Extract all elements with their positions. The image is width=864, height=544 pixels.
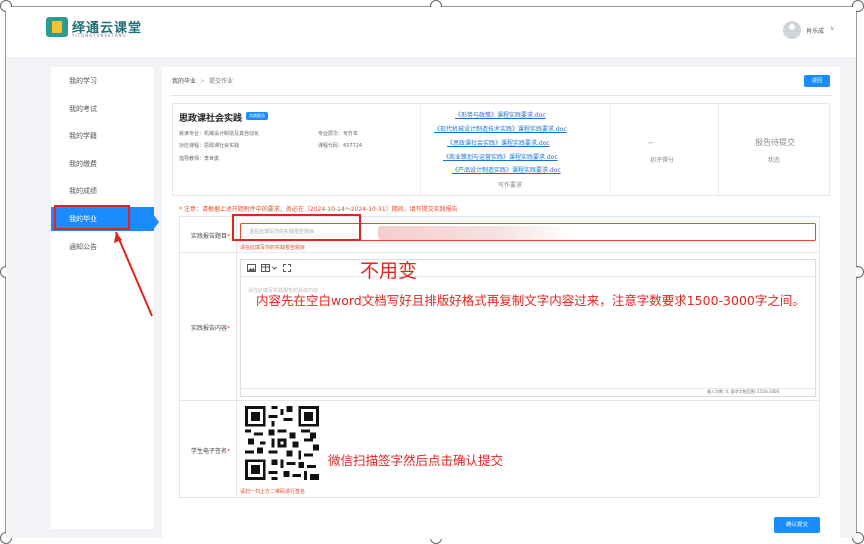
breadcrumb-separator: > [200, 78, 206, 85]
doc-link[interactable]: 《形势与政策》课程实践要求.doc [455, 110, 546, 119]
code-label: 课程代码： [318, 143, 344, 149]
editor-toolbar [240, 259, 816, 277]
qr-hint-text: 请扫一扫上方二维码进行签名 [240, 489, 306, 495]
annotation-box-title [232, 214, 361, 241]
back-button[interactable]: 返回 [804, 75, 830, 87]
documents-label: 写作要求 [498, 182, 523, 189]
user-avatar-icon[interactable] [783, 21, 801, 39]
status-label: 状态 [768, 157, 781, 164]
submit-button[interactable]: 确认提交 [774, 517, 820, 533]
divider [170, 95, 832, 96]
annotation-content-note: 内容先在空白word文档写好且排版好格式再复制文字内容过来，注意字数要求1500… [256, 293, 805, 308]
divider [420, 103, 421, 196]
course-info: 对应课程：思政课社会实践 [179, 142, 239, 149]
image-icon[interactable] [247, 264, 256, 272]
doc-link[interactable]: 《商业策划与运营实践》课程实践要求.doc [443, 152, 558, 161]
table-icon[interactable] [261, 264, 270, 272]
breadcrumb-parent[interactable]: 我的毕业 [172, 78, 196, 85]
course-title: 思政课社会实践 [179, 114, 243, 124]
course-label: 对应课程： [179, 143, 205, 149]
user-name[interactable]: 肖乐成 [806, 26, 824, 35]
title-error-text: 请在此填写你的实践报告题目 [240, 245, 306, 251]
teacher-info: 指导教师：李世勇 [179, 155, 219, 162]
signature-qr-code[interactable] [245, 406, 319, 480]
code-value: 417724 [343, 143, 363, 149]
grade-value: -- [648, 138, 654, 147]
status-value: 报告待提交 [755, 138, 795, 147]
level-info: 专业层次：专升本 [318, 130, 358, 137]
content-field-label: 实践报告内容* [190, 325, 230, 332]
course-badge: 实践报告 [246, 112, 268, 120]
divider [718, 103, 719, 196]
major-label: 就读专业： [179, 131, 205, 137]
teacher-label: 指导教师： [179, 156, 205, 162]
divider [179, 400, 820, 401]
sidebar-item-payment[interactable]: 我的缴费 [51, 152, 154, 176]
level-value: 专升本 [343, 131, 359, 137]
breadcrumb: 我的毕业 > 提交作业 [172, 76, 233, 85]
sidebar-item-study[interactable]: 我的学习 [51, 69, 154, 93]
grade-label: 初评得分 [650, 157, 675, 164]
teacher-value: 李世勇 [204, 156, 220, 162]
chevron-down-icon[interactable] [272, 264, 277, 272]
word-count: 输入字数: 0, 要求字数范围: 1500-3000 [707, 389, 780, 394]
divider [610, 103, 611, 196]
title-field-label: 实践报告题目* [190, 233, 230, 240]
redacted-text [378, 226, 574, 240]
logo-book-icon[interactable] [46, 17, 68, 37]
doc-link[interactable]: 《产品设计制造实践》课程实践要求.doc [452, 165, 561, 174]
doc-link[interactable]: 《现代机械设计制造技术实践》课程实践要求.doc [434, 124, 567, 133]
annotation-qr-note: 微信扫描签字然后点击确认提交 [328, 453, 504, 468]
deadline-notice: * 注意：请根据上述开题附件中的要求，务必在（2024-10-14～2024-1… [179, 206, 458, 213]
signature-field-label: 学生电子签名* [190, 448, 230, 455]
breadcrumb-current: 提交作业 [209, 78, 234, 85]
sidebar-item-status[interactable]: 我的学籍 [51, 124, 154, 148]
logo-subtext: YITONGYUNKETANG [72, 33, 127, 38]
major-info: 就读专业：机械设计制造及其自动化 [179, 130, 259, 137]
sidebar-item-grades[interactable]: 我的成绩 [51, 179, 154, 203]
report-content-editor[interactable] [240, 259, 816, 397]
fullscreen-icon[interactable] [283, 264, 291, 272]
annotation-arrow-icon [114, 231, 153, 317]
doc-link[interactable]: 《思政课社会实践》课程实践要求.doc [447, 138, 550, 147]
major-value: 机械设计制造及其自动化 [204, 131, 260, 137]
annotation-no-change: 不用变 [360, 260, 418, 282]
course-value: 思政课社会实践 [204, 143, 240, 149]
code-info: 课程代码：417724 [318, 142, 362, 149]
chevron-down-icon[interactable]: ∨ [830, 25, 834, 32]
divider [179, 252, 820, 253]
divider [236, 216, 237, 498]
level-label: 专业层次： [318, 131, 344, 137]
sidebar-item-exam[interactable]: 我的考试 [51, 97, 154, 121]
